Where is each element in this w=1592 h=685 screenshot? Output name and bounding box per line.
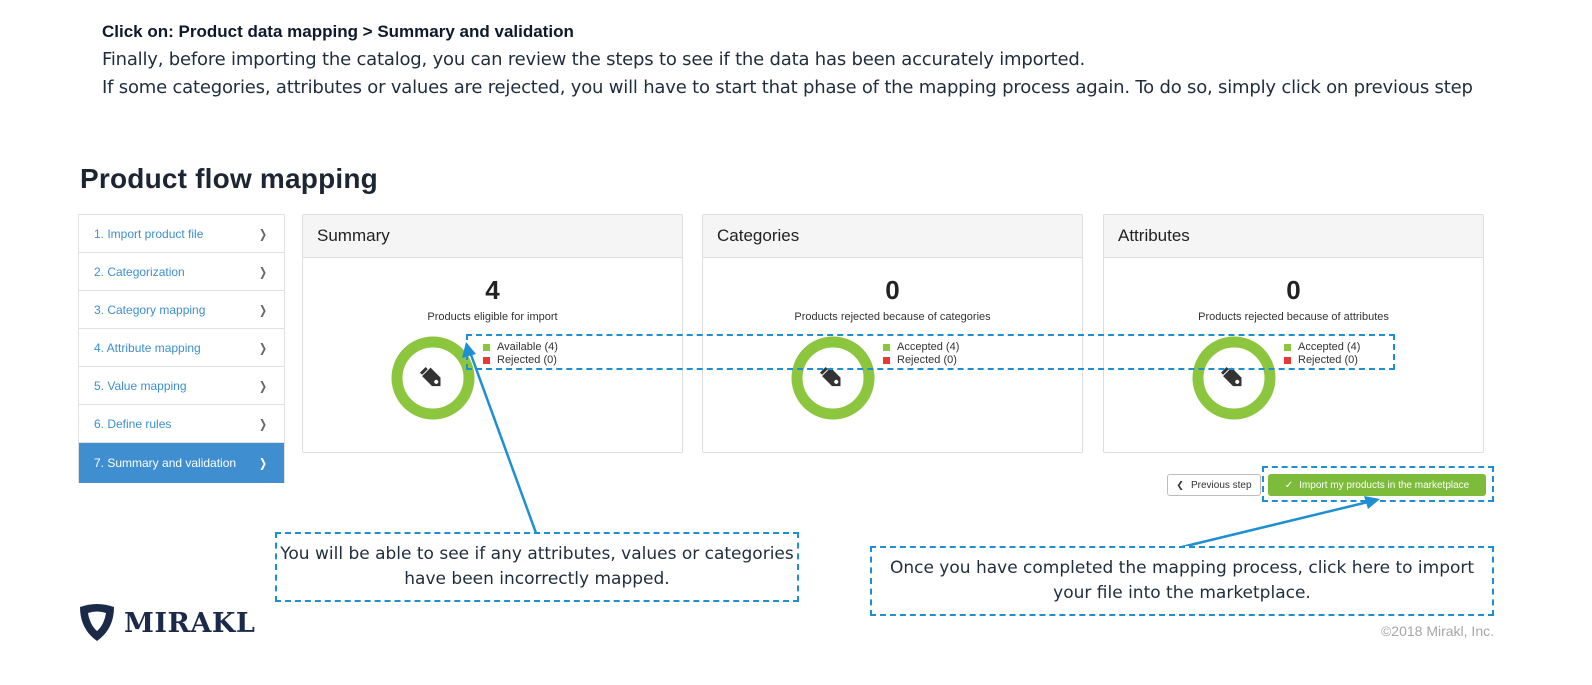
chevron-right-icon: ❯ (258, 416, 267, 431)
instruction-text-1: Finally, before importing the catalog, y… (102, 49, 1086, 70)
step-label: 2. Categorization (94, 264, 185, 279)
card-title: Categories (703, 215, 1082, 258)
card-title: Attributes (1104, 215, 1483, 258)
mirakl-logo: MIRAKL (78, 603, 255, 643)
step-label: 7. Summary and validation (94, 456, 237, 470)
chevron-right-icon: ❯ (258, 456, 267, 470)
callout-mapping-check: You will be able to see if any attribute… (275, 532, 799, 602)
donut-chart (391, 336, 475, 420)
instruction-text-2: If some categories, attributes or values… (102, 77, 1473, 98)
chevron-right-icon: ❯ (258, 264, 267, 279)
sidebar-step-import-product-file[interactable]: 1. Import product file ❯ (79, 215, 284, 253)
card-subtitle: Products rejected because of categories (794, 311, 991, 323)
card-subtitle: Products rejected because of attributes (1198, 311, 1389, 323)
sidebar-step-attribute-mapping[interactable]: 4. Attribute mapping ❯ (79, 329, 284, 367)
step-label: 5. Value mapping (94, 378, 187, 393)
price-tag-icon (419, 366, 441, 387)
rejected-attributes-count: 0 (1286, 275, 1301, 305)
shield-icon (80, 604, 114, 641)
copyright-text: ©2018 Mirakl, Inc. (1380, 623, 1494, 639)
rejected-categories-count: 0 (885, 275, 900, 305)
chevron-right-icon: ❯ (258, 340, 267, 355)
card-title: Summary (303, 215, 682, 258)
eligible-count: 4 (485, 275, 500, 305)
step-label: 3. Category mapping (94, 302, 206, 317)
sidebar-step-categorization[interactable]: 2. Categorization ❯ (79, 253, 284, 291)
previous-step-button[interactable]: ❮ Previous step (1167, 474, 1261, 496)
sidebar-step-value-mapping[interactable]: 5. Value mapping ❯ (79, 367, 284, 405)
sidebar-step-define-rules[interactable]: 6. Define rules ❯ (79, 405, 284, 443)
step-label: 1. Import product file (94, 226, 204, 241)
page-title: Product flow mapping (80, 163, 378, 194)
legend-highlight-box (466, 334, 1395, 370)
sidebar-step-summary-and-validation[interactable]: 7. Summary and validation ❯ (79, 443, 284, 483)
step-label: 4. Attribute mapping (94, 340, 201, 355)
step-label: 6. Define rules (94, 416, 172, 431)
chevron-right-icon: ❯ (258, 226, 267, 241)
card-subtitle: Products eligible for import (427, 311, 558, 323)
chevron-right-icon: ❯ (258, 378, 267, 393)
import-button-highlight-box (1262, 466, 1494, 502)
logo-text: MIRAKL (124, 607, 256, 639)
chevron-left-icon: ❮ (1176, 479, 1184, 490)
instruction-heading: Click on: Product data mapping > Summary… (102, 22, 574, 41)
callout-import-instruction: Once you have completed the mapping proc… (870, 546, 1494, 616)
sidebar-step-category-mapping[interactable]: 3. Category mapping ❯ (79, 291, 284, 329)
mapping-steps-sidebar: 1. Import product file ❯ 2. Categorizati… (78, 214, 285, 483)
arrow-to-import-button (1181, 500, 1369, 549)
chevron-right-icon: ❯ (258, 302, 267, 317)
